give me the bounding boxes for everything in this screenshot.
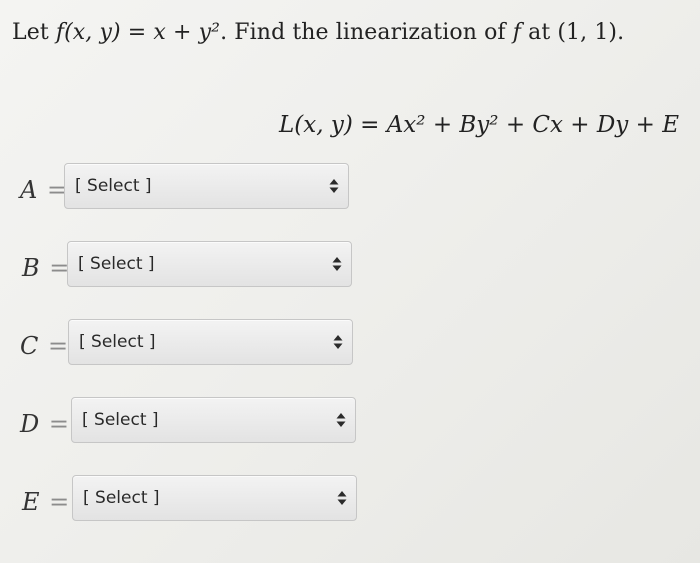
equals-sign: = (49, 488, 70, 516)
variable-name: A (20, 176, 38, 204)
equals-sign: = (48, 410, 69, 438)
variable-name: E (22, 488, 40, 516)
select-b-value: [ Select ] (78, 254, 155, 274)
linearization-formula: L(x, y) = Ax² + By² + Cx + Dy + E (279, 112, 679, 138)
row-c: C = [ Select ] (0, 319, 362, 367)
row-a: A = [ Select ] (0, 163, 360, 211)
equals-sign: = (48, 332, 69, 360)
variable-label-a: A = (20, 176, 67, 204)
up-down-arrows-icon (329, 179, 339, 193)
select-d-value: [ Select ] (82, 410, 159, 430)
up-down-arrows-icon (332, 257, 342, 271)
select-a-value: [ Select ] (75, 176, 152, 196)
variable-label-d: D = (20, 410, 69, 438)
question-prefix: Let (12, 20, 56, 45)
question-at: at (521, 20, 558, 45)
question-middle: . Find the linearization of (220, 20, 513, 45)
select-c[interactable]: [ Select ] (68, 319, 353, 365)
variable-label-c: C = (20, 332, 68, 360)
select-e-value: [ Select ] (83, 488, 160, 508)
select-c-value: [ Select ] (79, 332, 156, 352)
variable-name: B (22, 254, 40, 282)
up-down-arrows-icon (336, 413, 346, 427)
variable-label-e: E = (22, 488, 69, 516)
point: (1, 1) (557, 20, 618, 45)
function-expression: f(x, y) = x + y² (55, 20, 221, 45)
function-symbol: f (512, 20, 522, 45)
variable-label-b: B = (22, 254, 69, 282)
variable-name: D (20, 410, 40, 438)
question-text: Let f(x, y) = x + y². Find the lineariza… (12, 20, 624, 45)
variable-name: C (20, 332, 39, 360)
select-a[interactable]: [ Select ] (64, 163, 349, 209)
select-d[interactable]: [ Select ] (71, 397, 356, 443)
select-b[interactable]: [ Select ] (67, 241, 352, 287)
question-suffix: . (617, 20, 625, 45)
select-e[interactable]: [ Select ] (72, 475, 357, 521)
up-down-arrows-icon (333, 335, 343, 349)
row-d: D = [ Select ] (0, 397, 365, 445)
row-b: B = [ Select ] (0, 241, 360, 289)
up-down-arrows-icon (337, 491, 347, 505)
row-e: E = [ Select ] (0, 475, 365, 523)
